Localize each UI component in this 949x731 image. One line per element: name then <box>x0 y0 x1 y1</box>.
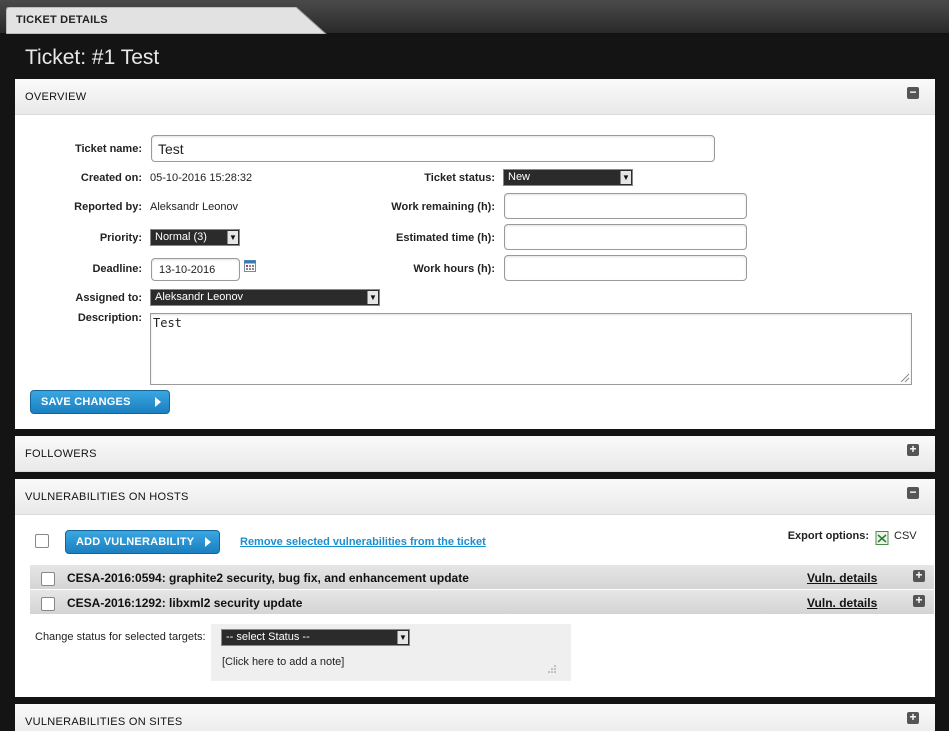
assigned-to-select-value: Aleksandr Leonov <box>155 291 244 303</box>
page-title: Ticket: #1 Test <box>25 46 160 69</box>
created-on-value: 05-10-2016 15:28:32 <box>150 172 253 184</box>
play-icon <box>205 537 211 547</box>
ticket-status-label: Ticket status: <box>424 172 495 184</box>
chevron-down-icon: ▼ <box>227 231 238 244</box>
status-select[interactable]: -- select Status -- ▼ <box>221 629 410 646</box>
resize-handle-icon[interactable] <box>898 371 910 383</box>
resize-handle-icon[interactable] <box>547 664 557 674</box>
work-remaining-label: Work remaining (h): <box>391 201 495 213</box>
priority-select[interactable]: Normal (3) ▼ <box>150 229 240 246</box>
overview-header[interactable]: OVERVIEW − <box>15 79 935 115</box>
ticket-name-input[interactable]: Test <box>151 135 715 162</box>
followers-header[interactable]: FOLLOWERS + <box>15 436 935 472</box>
description-label: Description: <box>77 312 142 324</box>
status-select-value: -- select Status -- <box>226 631 310 643</box>
followers-panel: FOLLOWERS + <box>15 436 935 472</box>
expand-icon[interactable]: + <box>913 569 925 582</box>
chevron-down-icon: ▼ <box>397 631 408 644</box>
tab-label: TICKET DETAILS <box>16 14 108 26</box>
estimated-time-label: Estimated time (h): <box>395 232 495 244</box>
vulns-hosts-panel: VULNERABILITIES ON HOSTS − ADD VULNERABI… <box>15 479 935 697</box>
estimated-time-input[interactable] <box>504 224 747 250</box>
vuln-row-title: CESA-2016:1292: libxml2 security update <box>67 596 303 610</box>
chevron-down-icon: ▼ <box>620 171 631 184</box>
reported-by-label: Reported by: <box>74 201 142 213</box>
collapse-icon[interactable]: − <box>907 86 919 99</box>
followers-title: FOLLOWERS <box>25 448 97 460</box>
tab-ticket-details[interactable]: TICKET DETAILS <box>6 7 336 34</box>
overview-panel: OVERVIEW − Ticket name: Test Created on:… <box>15 79 935 429</box>
vulns-hosts-title: VULNERABILITIES ON HOSTS <box>25 491 189 503</box>
vuln-row-checkbox[interactable] <box>41 597 55 611</box>
priority-select-value: Normal (3) <box>155 231 207 243</box>
work-remaining-input[interactable] <box>504 193 747 219</box>
priority-label: Priority: <box>99 232 142 244</box>
work-hours-input[interactable] <box>504 255 747 281</box>
collapse-icon[interactable]: − <box>907 486 919 499</box>
play-icon <box>155 397 161 407</box>
save-changes-label: SAVE CHANGES <box>41 396 131 408</box>
top-bar: TICKET DETAILS <box>0 0 949 34</box>
assigned-to-label: Assigned to: <box>75 292 142 304</box>
chevron-down-icon: ▼ <box>367 291 378 304</box>
ticket-name-label: Ticket name: <box>74 143 142 155</box>
vulns-hosts-header[interactable]: VULNERABILITIES ON HOSTS − <box>15 479 935 515</box>
description-textarea[interactable]: Test <box>150 313 912 385</box>
vuln-row: CESA-2016:1292: libxml2 security update … <box>30 590 934 614</box>
export-options-label: Export options: <box>787 530 869 542</box>
expand-icon[interactable]: + <box>907 443 919 456</box>
add-vulnerability-label: ADD VULNERABILITY <box>76 536 195 548</box>
vulns-sites-title: VULNERABILITIES ON SITES <box>25 716 183 728</box>
select-all-checkbox[interactable] <box>35 534 49 548</box>
change-status-box: -- select Status -- ▼ [Click here to add… <box>211 624 571 681</box>
calendar-icon[interactable] <box>244 260 256 272</box>
vulns-sites-header[interactable]: VULNERABILITIES ON SITES + <box>15 704 935 731</box>
deadline-input[interactable]: 13-10-2016 <box>151 258 240 281</box>
reported-by-value: Aleksandr Leonov <box>150 201 239 213</box>
vuln-row-checkbox[interactable] <box>41 572 55 586</box>
ticket-status-select-value: New <box>508 171 531 183</box>
remove-selected-link[interactable]: Remove selected vulnerabilities from the… <box>240 536 486 548</box>
save-changes-button[interactable]: SAVE CHANGES <box>30 390 170 414</box>
work-hours-label: Work hours (h): <box>413 263 495 275</box>
overview-title: OVERVIEW <box>25 91 87 103</box>
deadline-label: Deadline: <box>92 263 142 275</box>
vuln-row: CESA-2016:0594: graphite2 security, bug … <box>30 565 934 589</box>
csv-file-icon[interactable] <box>875 531 889 545</box>
add-note-field[interactable]: [Click here to add a note] <box>222 656 344 668</box>
expand-icon[interactable]: + <box>913 594 925 607</box>
expand-icon[interactable]: + <box>907 711 919 724</box>
add-vulnerability-button[interactable]: ADD VULNERABILITY <box>65 530 220 554</box>
vuln-details-link[interactable]: Vuln. details <box>807 571 877 585</box>
vulns-sites-panel: VULNERABILITIES ON SITES + <box>15 704 935 731</box>
vuln-details-link[interactable]: Vuln. details <box>807 596 877 610</box>
export-csv-link[interactable]: CSV <box>894 530 917 542</box>
ticket-status-select[interactable]: New ▼ <box>503 169 633 186</box>
vuln-row-title: CESA-2016:0594: graphite2 security, bug … <box>67 571 469 585</box>
created-on-label: Created on: <box>80 172 142 184</box>
change-status-label: Change status for selected targets: <box>35 631 206 643</box>
assigned-to-select[interactable]: Aleksandr Leonov ▼ <box>150 289 380 306</box>
